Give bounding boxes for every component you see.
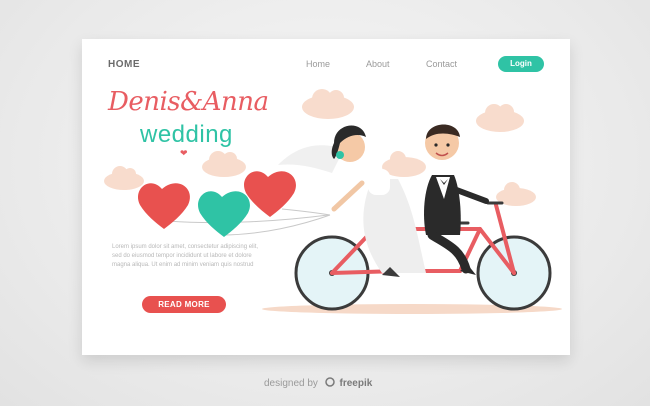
freepik-logo-icon bbox=[324, 377, 335, 387]
balloon-strings bbox=[167, 208, 331, 236]
hero-body-text: Lorem ipsum dolor sit amet, consectetur … bbox=[112, 244, 259, 268]
nav-link-home[interactable]: Home bbox=[306, 59, 330, 69]
credit-prefix: designed by bbox=[264, 378, 318, 389]
cloud-1 bbox=[302, 89, 354, 119]
heart-balloon-right bbox=[244, 171, 296, 217]
nav-link-about[interactable]: About bbox=[366, 59, 390, 69]
nav-link-contact[interactable]: Contact bbox=[426, 59, 457, 69]
heart-balloon-middle bbox=[198, 191, 250, 237]
wedding-subtitle: wedding bbox=[140, 121, 233, 148]
couple-names-title: Denis&Anna bbox=[108, 87, 269, 117]
cloud-4 bbox=[104, 166, 144, 190]
heart-icon: ❤ bbox=[180, 148, 188, 158]
landing-card: HOME Home About Contact Login Denis&Anna… bbox=[82, 39, 570, 355]
nav-home-logo[interactable]: HOME bbox=[108, 59, 140, 70]
read-more-button[interactable]: READ MORE bbox=[142, 296, 226, 313]
cloud-2 bbox=[476, 104, 524, 132]
groom bbox=[424, 124, 489, 275]
designer-credit: designed by freepik bbox=[264, 377, 372, 389]
cloud-3 bbox=[202, 151, 246, 177]
credit-brand[interactable]: freepik bbox=[340, 378, 373, 389]
login-button[interactable]: Login bbox=[498, 56, 544, 72]
tandem-bicycle bbox=[294, 201, 552, 311]
